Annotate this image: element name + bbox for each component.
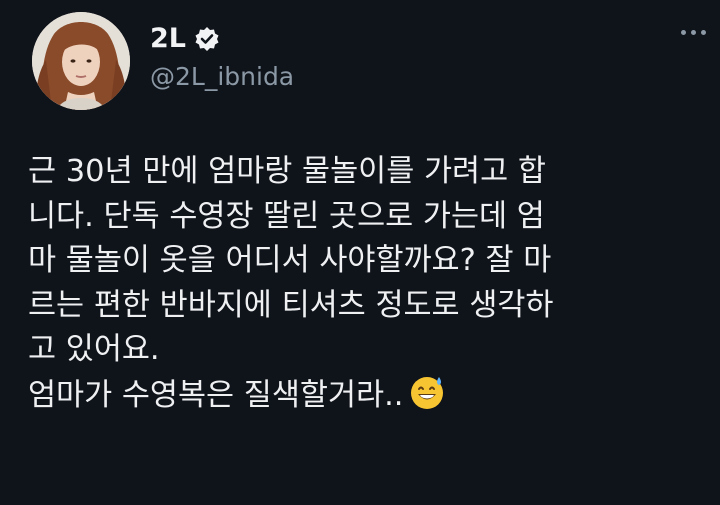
avatar[interactable] [32, 12, 130, 110]
display-name[interactable]: 2L [150, 24, 186, 54]
tweet-text-line: 엄마가 수영복은 질색할거라.. [28, 377, 404, 413]
tweet-text-line-last: 엄마가 수영복은 질색할거라.. [28, 373, 718, 419]
author-row: 2L [150, 24, 220, 54]
handle[interactable]: @2L_ibnida [150, 62, 294, 92]
tweet-text: 근 30년 만에 엄마랑 물놀이를 가려고 합 니다. 단독 수영장 딸린 곳으… [28, 150, 718, 418]
tweet-text-line: 르는 편한 반바지에 티셔츠 정도로 생각하 [28, 287, 554, 323]
tweet-text-line: 근 30년 만에 엄마랑 물놀이를 가려고 합 [28, 154, 546, 189]
tweet-text-line: 고 있어요. [28, 332, 160, 367]
more-dot [681, 30, 686, 35]
more-dot [691, 30, 696, 35]
more-dot [701, 30, 706, 35]
tweet-card: 2L @2L_ibnida 근 30년 만에 엄마랑 물놀이를 가려고 합 니다… [0, 0, 720, 505]
tweet-text-line: 마 물놀이 옷을 어디서 사야할까요? 잘 마 [28, 243, 552, 278]
tweet-text-line: 니다. 단독 수영장 딸린 곳으로 가는데 엄 [28, 198, 545, 234]
verified-badge-icon [194, 26, 220, 52]
more-options-icon[interactable] [681, 30, 706, 35]
grinning-face-with-sweat-emoji [408, 373, 446, 411]
